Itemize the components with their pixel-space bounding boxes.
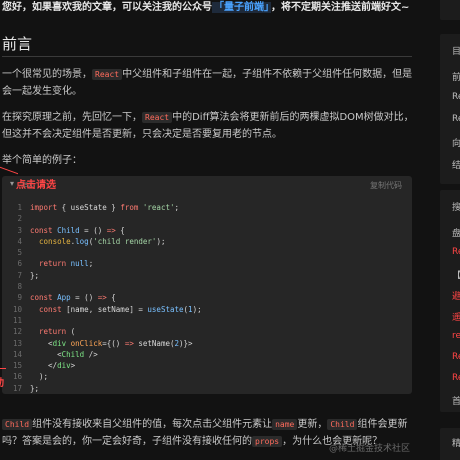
watermark: @稀土掘金技术社区 [328, 444, 410, 454]
annotation-arrow-left [0, 368, 6, 369]
paragraph-2: 在探究原理之前，先回忆一下， React 中的Diff算法会将更新前后的两棵虚拟DO… [2, 109, 416, 143]
notice-text-after: ，将不定期关注推送前端好文~ [271, 2, 410, 13]
author-notice: 您好，如果喜欢我的文章，可以关注我的公众号 「量子前端」 ，将不定期关注推送前端好文… [2, 0, 409, 13]
related-item[interactable]: Re [452, 373, 460, 383]
toc-title: 目 [452, 47, 460, 57]
notice-text: 您好，如果喜欢我的文章，可以关注我的公众号 [2, 2, 212, 13]
account-link[interactable]: 「量子前端」 [212, 2, 271, 13]
code-toolbar: ▾ jsx 复制代码 [2, 176, 412, 194]
related-item[interactable]: Re [452, 352, 460, 362]
paragraph-3: 举个简单的例子： [2, 155, 82, 166]
related-item[interactable]: 遥 [452, 310, 460, 323]
sidebar-top-card [440, 0, 460, 20]
toc-item[interactable]: 前 [452, 70, 460, 83]
related-item[interactable]: 避 [452, 289, 460, 302]
annotation-left: 动 [0, 374, 4, 389]
featured-title: 精 [452, 439, 460, 449]
toc-item[interactable]: 向 [452, 136, 460, 149]
toc-card: 目 前 Re Re 向 结 [440, 34, 460, 184]
inline-code: Child [2, 419, 33, 430]
toc-item[interactable]: 结 [452, 158, 460, 171]
copy-code-button[interactable]: 复制代码 [370, 180, 402, 191]
toc-item[interactable]: Re [452, 92, 460, 102]
article: 您好，如果喜欢我的文章，可以关注我的公众号 「量子前端」 ，将不定期关注推送前端好文… [0, 0, 430, 460]
featured-card: 精 [440, 428, 460, 460]
para-text: 在探究原理之前，先回忆一下， [2, 112, 142, 123]
section-heading: 前言 [2, 35, 33, 53]
paragraph-1: 一个很常见的场景， React 中父组件和子组件在一起，子组件不依赖于父组件任何数据… [2, 66, 416, 100]
divider [2, 56, 412, 57]
inline-code: name [272, 419, 298, 430]
related-card: 搜 盘 Re 【 避 遥 re Re Re 首 [440, 190, 460, 412]
annotation-top: 点击请选 [16, 180, 56, 191]
code-block: ▾ jsx 复制代码 1 import { useState } from 're… [2, 176, 412, 394]
related-item[interactable]: 首 [452, 394, 460, 407]
toc-item[interactable]: Re [452, 114, 460, 124]
related-item[interactable]: re [452, 331, 460, 341]
para-text: 更新， [297, 419, 328, 430]
inline-code: Child [327, 419, 358, 430]
code-lines: 1 import { useState } from 'react'; 2 3 co… [12, 203, 202, 393]
related-item[interactable]: 【 [452, 268, 460, 281]
para-text: 一个很常见的场景， [2, 69, 92, 80]
related-item[interactable]: 盘 [452, 226, 460, 239]
para-text: 组件没有接收来自父组件的值，每次点击父组件元素让 [32, 419, 273, 430]
right-sidebar: 目 前 Re Re 向 结 搜 盘 Re 【 避 遥 re Re Re 首 精 [440, 0, 460, 460]
inline-code: React [92, 69, 123, 80]
related-item[interactable]: Re [452, 247, 460, 257]
related-title: 搜 [452, 203, 460, 213]
inline-code: React [142, 112, 173, 123]
inline-code: props [252, 436, 283, 447]
